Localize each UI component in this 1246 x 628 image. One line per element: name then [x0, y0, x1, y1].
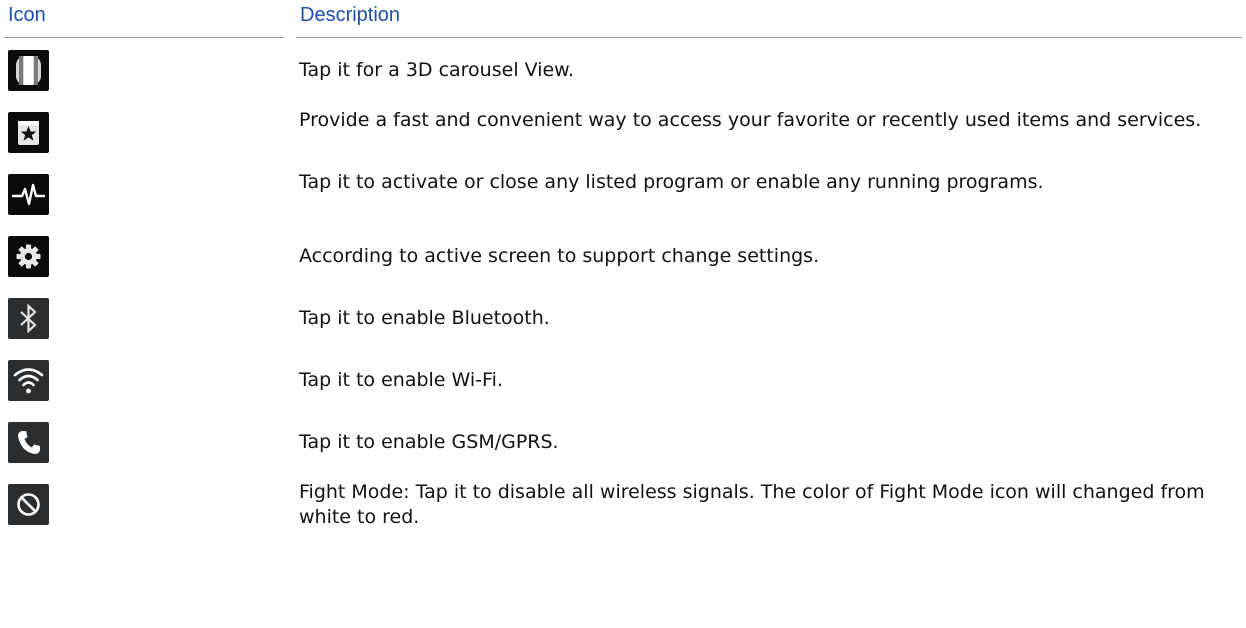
- flight-mode-icon: [8, 484, 49, 525]
- row-description: Tap it to enable Wi-Fi.: [299, 369, 503, 391]
- icon-description-table: Icon Description Tap it for a 3D carouse…: [0, 0, 1246, 528]
- task-manager-pulse-icon: [8, 174, 49, 215]
- row-description: Tap it to enable GSM/GPRS.: [299, 431, 559, 453]
- wifi-icon: [8, 360, 49, 401]
- table-header: Icon Description: [0, 0, 1246, 42]
- icon-column-header: Icon: [4, 4, 284, 38]
- phone-icon: [8, 422, 49, 463]
- row-description: Tap it to activate or close any listed p…: [299, 171, 1044, 193]
- row-description: Fight Mode: Tap it to disable all wirele…: [299, 481, 1205, 528]
- row-description: According to active screen to support ch…: [299, 245, 820, 267]
- row-description: Provide a fast and convenient way to acc…: [299, 109, 1202, 131]
- settings-gear-icon: [8, 236, 49, 277]
- row-description: Tap it for a 3D carousel View.: [299, 59, 575, 81]
- description-column-header: Description: [296, 4, 1242, 38]
- carousel-view-icon: [8, 50, 49, 91]
- favorites-star-icon: [8, 112, 49, 153]
- bluetooth-icon: [8, 298, 49, 339]
- row-description: Tap it to enable Bluetooth.: [299, 307, 550, 329]
